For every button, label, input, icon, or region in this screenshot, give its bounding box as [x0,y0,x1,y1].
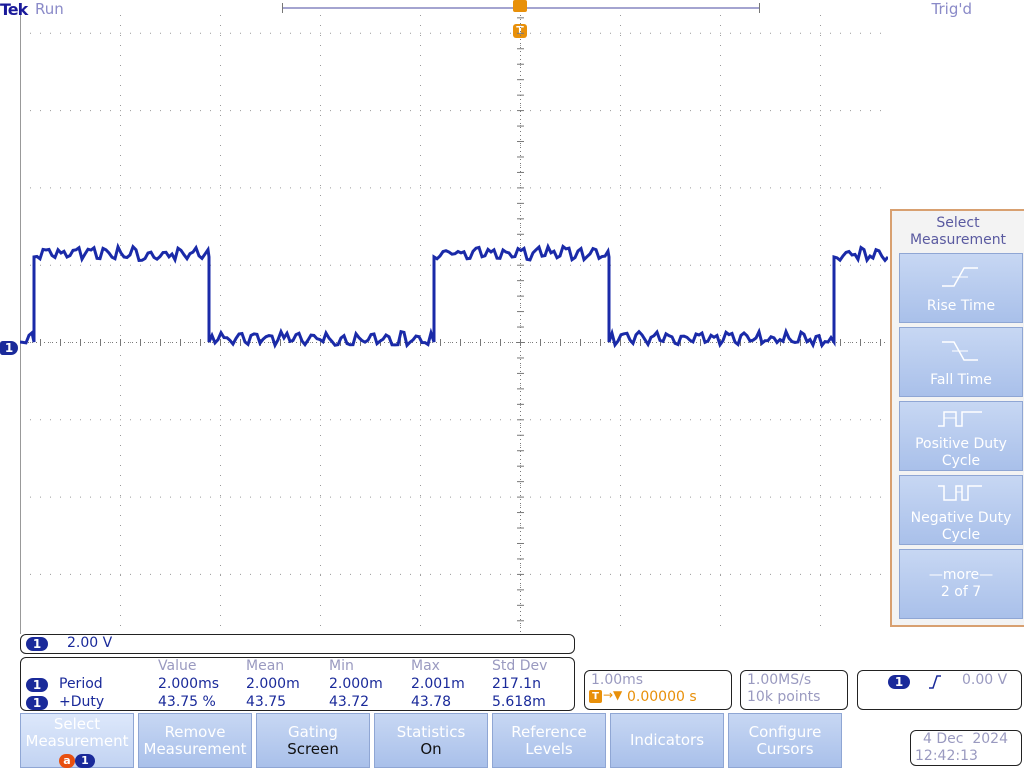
ch1-waveform [20,242,888,349]
measurement-mean: 2.000m [246,676,300,692]
trigger-readout[interactable]: 1 0.00 V [857,670,1022,710]
col-header-mean: Mean [246,658,285,674]
side-menu-title: Select Measurement [909,215,1007,248]
fall-time-button[interactable]: Fall Time [899,327,1023,397]
measurement-stddev: 5.618m [492,694,546,710]
statistics-value: On [420,740,442,758]
trigger-level: 0.00 V [962,672,1008,688]
negative-duty-icon [938,485,982,501]
positive-duty-cycle-button[interactable]: Positive Duty Cycle [899,401,1023,471]
measurement-value: 2.000ms [158,676,220,692]
trigger-source-badge: 1 [888,675,910,689]
more-page-indicator: 2 of 7 [940,584,982,600]
configure-cursors-button[interactable]: Configure Cursors [728,713,842,768]
ch1-badge: 1 [26,637,48,651]
trigger-position-icon: T [589,690,602,703]
ch1-badge: 1 [75,754,95,768]
col-header-stddev: Std Dev [492,658,548,674]
scope-display [20,15,888,634]
select-measurement-label: Select Measurement [25,715,129,750]
record-length: 10k points [747,689,821,705]
horizontal-scale: 1.00ms [591,672,644,688]
measurement-stddev: 217.1n [492,676,541,692]
date: 4 Dec 2024 [923,731,1008,747]
ch1-badge: 1 [26,695,48,712]
statistics-label: Statistics [396,723,466,741]
rising-edge-icon [929,675,941,689]
timebase-readout[interactable]: 1.00ms T →▼ 0.00000 s [584,670,732,710]
measurement-max: 2.001m [411,676,465,692]
gating-value: Screen [287,740,339,758]
acquisition-readout[interactable]: 1.00MS/s 10k points [740,670,848,710]
measurement-name: Period [59,676,103,692]
time: 12:42:13 [915,748,978,764]
remove-measurement-button[interactable]: Remove Measurement [138,713,252,768]
volts-per-div: 2.00 V [67,635,113,651]
ch1-badge: 1 [26,677,48,694]
measurement-readout: Value Mean Min Max Std Dev 1 Period 2.00… [20,657,575,711]
col-header-max: Max [411,658,440,674]
trigger-status: Trig'd [931,0,972,18]
select-measurement-button[interactable]: Select Measurement a1 [20,713,134,768]
rise-time-label: Rise Time [926,298,996,314]
trigger-position-value: 0.00000 s [627,689,697,705]
col-header-value: Value [158,658,197,674]
fall-time-label: Fall Time [930,372,992,388]
measurement-mean: 43.75 [246,694,287,710]
measurement-name: +Duty [59,694,105,710]
trigger-position-icon [513,0,527,12]
measurement-a-badge: a [59,754,75,768]
positive-duty-label: Positive Duty Cycle [915,436,1007,469]
graticule [20,15,888,634]
negative-duty-cycle-button[interactable]: Negative Duty Cycle [899,475,1023,545]
fall-time-icon [942,341,978,361]
reference-levels-button[interactable]: Reference Levels [492,713,606,768]
statistics-button[interactable]: Statistics On [374,713,488,768]
measurement-max: 43.78 [411,694,452,710]
delay-arrow-icon: →▼ [603,688,623,702]
side-menu: Select Measurement Rise Time Fall Time P… [890,209,1024,627]
more-label: —more— [928,567,994,583]
gating-label: Gating [288,723,338,741]
rise-time-icon [942,267,978,287]
channel-scale-readout[interactable]: 1 2.00 V [20,634,575,654]
positive-duty-icon [938,411,982,427]
measurement-min: 2.000m [329,676,383,692]
ch1-ground-marker[interactable]: 1 [0,337,18,356]
measurement-value: 43.75 % [158,694,216,710]
datetime-readout: 4 Dec 2024 12:42:13 [910,730,1022,766]
measurement-min: 43.72 [329,694,370,710]
col-header-min: Min [329,658,354,674]
sample-rate: 1.00MS/s [747,672,812,688]
more-button[interactable]: —more— 2 of 7 [899,549,1023,619]
negative-duty-label: Negative Duty Cycle [910,510,1012,543]
gating-button[interactable]: Gating Screen [256,713,370,768]
rise-time-button[interactable]: Rise Time [899,253,1023,323]
indicators-button[interactable]: Indicators [610,713,724,768]
